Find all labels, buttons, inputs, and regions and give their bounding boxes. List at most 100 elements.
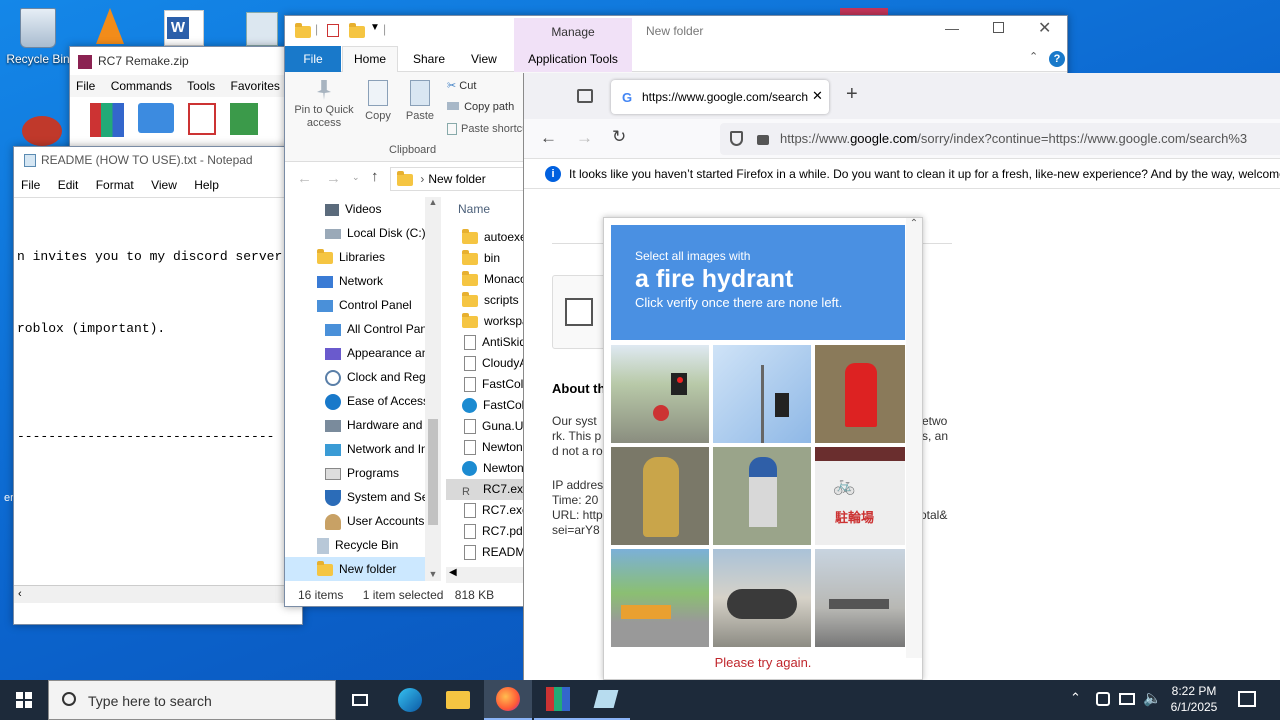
- list-item[interactable]: RC7.pdb: [446, 521, 526, 542]
- forward-arrow-icon[interactable]: →: [576, 128, 593, 148]
- taskbar-winrar[interactable]: [534, 680, 582, 720]
- nav-item-videos[interactable]: Videos: [285, 197, 425, 221]
- notepad-menu-help[interactable]: Help: [194, 178, 219, 192]
- cut-button[interactable]: ✂ Cut: [447, 79, 476, 92]
- volume-icon[interactable]: 🔈: [1143, 689, 1162, 707]
- back-arrow-icon[interactable]: ←: [540, 128, 557, 148]
- column-header-name[interactable]: Name: [446, 197, 526, 221]
- nav-item-ease-of-access[interactable]: Ease of Access: [285, 389, 425, 413]
- manage-tab-header[interactable]: Manage: [514, 18, 632, 46]
- word-document-icon[interactable]: W: [164, 10, 204, 46]
- up-arrow-icon[interactable]: ↑: [371, 168, 379, 185]
- app-desktop-icon[interactable]: [22, 116, 62, 146]
- list-item[interactable]: README: [446, 542, 526, 563]
- list-item[interactable]: RC7.exe: [446, 500, 526, 521]
- list-item[interactable]: CloudyApi: [446, 353, 526, 374]
- winrar-extract-button[interactable]: [138, 103, 174, 133]
- winrar-menu-commands[interactable]: Commands: [111, 79, 172, 93]
- taskbar-file-explorer[interactable]: [434, 680, 482, 720]
- tab-file[interactable]: File: [285, 46, 341, 72]
- list-item[interactable]: FastColored: [446, 374, 526, 395]
- back-arrow-icon[interactable]: ←: [297, 170, 312, 187]
- lock-icon[interactable]: [757, 135, 769, 145]
- copy-path-button[interactable]: Copy path: [447, 101, 514, 113]
- winrar-add-button[interactable]: [90, 103, 124, 137]
- scroll-left-arrow-icon[interactable]: ‹: [18, 588, 22, 600]
- tab-application-tools[interactable]: Application Tools: [514, 46, 632, 72]
- list-item[interactable]: autoexec: [446, 227, 526, 248]
- captcha-tile[interactable]: [815, 345, 905, 443]
- scroll-down-arrow-icon[interactable]: ▼: [425, 569, 441, 579]
- winrar-menu-favorites[interactable]: Favorites: [231, 79, 280, 93]
- captcha-tile[interactable]: [713, 345, 811, 443]
- captcha-tile[interactable]: [713, 447, 811, 545]
- taskbar-notepad[interactable]: [582, 680, 630, 720]
- winrar-menu-tools[interactable]: Tools: [187, 79, 215, 93]
- tab-overview-icon[interactable]: [577, 89, 593, 103]
- nav-item-appearance[interactable]: Appearance and Personalization: [285, 341, 425, 365]
- captcha-tile[interactable]: [815, 549, 905, 647]
- clock[interactable]: 8:22 PM 6/1/2025: [1166, 683, 1222, 715]
- nav-item-recycle-bin[interactable]: Recycle Bin: [285, 533, 425, 557]
- file-list-horizontal-scrollbar[interactable]: ◀: [446, 567, 526, 583]
- quick-access-dropdown-icon[interactable]: ▼: [370, 22, 380, 33]
- nav-item-user-accounts[interactable]: User Accounts: [285, 509, 425, 533]
- list-item[interactable]: bin: [446, 248, 526, 269]
- pin-to-quick-access-button[interactable]: Pin to Quick access: [291, 80, 357, 130]
- nav-item-programs[interactable]: Programs: [285, 461, 425, 485]
- reload-icon[interactable]: ↻: [612, 127, 626, 147]
- nav-item-libraries[interactable]: Libraries: [285, 245, 425, 269]
- nav-item-hardware-and-sound[interactable]: Hardware and Sound: [285, 413, 425, 437]
- taskbar-firefox[interactable]: [484, 680, 532, 720]
- nav-item-clock-and-region[interactable]: Clock and Region: [285, 365, 425, 389]
- paste-shortcut-button[interactable]: Paste shortcut: [447, 123, 531, 136]
- device-icon[interactable]: [1096, 692, 1110, 706]
- close-button[interactable]: ✕: [1038, 18, 1051, 38]
- nav-item-network-and-internet[interactable]: Network and Internet: [285, 437, 425, 461]
- show-hidden-icons[interactable]: ⌃: [1070, 690, 1081, 706]
- captcha-tile[interactable]: 🚲 駐輪場: [815, 447, 905, 545]
- captcha-tile[interactable]: [611, 345, 709, 443]
- winrar-view-button[interactable]: [230, 103, 258, 135]
- list-item[interactable]: Newtonsoft: [446, 458, 526, 479]
- captcha-challenge[interactable]: Select all images with a fire hydrant Cl…: [603, 217, 923, 680]
- help-icon[interactable]: ?: [1049, 51, 1065, 67]
- notepad-horizontal-scrollbar[interactable]: ‹: [14, 585, 302, 603]
- captcha-scrollbar[interactable]: ⌃: [906, 218, 922, 658]
- start-button[interactable]: [0, 680, 48, 720]
- list-item[interactable]: Monaco: [446, 269, 526, 290]
- new-folder-icon[interactable]: [349, 23, 365, 38]
- nav-item-system-and-security[interactable]: System and Security: [285, 485, 425, 509]
- scroll-left-arrow-icon[interactable]: ◀: [449, 567, 457, 578]
- recaptcha-checkbox[interactable]: [565, 298, 593, 326]
- captcha-tile[interactable]: [611, 447, 709, 545]
- notepad-menu-view[interactable]: View: [151, 178, 177, 192]
- nav-item-all-control-panel-items[interactable]: All Control Panel Items: [285, 317, 425, 341]
- nav-item-control-panel[interactable]: Control Panel: [285, 293, 425, 317]
- close-tab-icon[interactable]: ✕: [812, 88, 823, 104]
- new-tab-icon[interactable]: +: [846, 83, 858, 106]
- captcha-tile[interactable]: [713, 549, 811, 647]
- image-file-icon[interactable]: [246, 12, 278, 46]
- maximize-button[interactable]: [993, 22, 1004, 33]
- scrollbar-thumb[interactable]: [428, 419, 438, 525]
- notifications-icon[interactable]: [1238, 691, 1256, 707]
- list-item-selected[interactable]: R RC7.exe: [446, 479, 526, 500]
- taskbar-search-box[interactable]: Type here to search: [48, 680, 336, 720]
- list-item[interactable]: FastColored: [446, 395, 526, 416]
- collapse-ribbon-icon[interactable]: ⌃: [1029, 50, 1038, 63]
- vlc-icon[interactable]: [96, 8, 126, 46]
- winrar-window[interactable]: RC7 Remake.zip File Commands Tools Favor…: [69, 46, 299, 156]
- list-item[interactable]: scripts: [446, 290, 526, 311]
- tab-home[interactable]: Home: [342, 46, 398, 73]
- nav-item-local-disk[interactable]: Local Disk (C:): [285, 221, 425, 245]
- notepad-menu-file[interactable]: File: [21, 178, 40, 192]
- properties-icon[interactable]: [327, 24, 339, 37]
- nav-item-new-folder[interactable]: New folder: [285, 557, 425, 581]
- tab-share[interactable]: Share: [413, 52, 445, 66]
- nav-item-network[interactable]: Network: [285, 269, 425, 293]
- scroll-up-arrow-icon[interactable]: ▲: [425, 197, 441, 207]
- list-item[interactable]: workspace: [446, 311, 526, 332]
- captcha-tile[interactable]: [611, 549, 709, 647]
- tab-view[interactable]: View: [471, 52, 497, 66]
